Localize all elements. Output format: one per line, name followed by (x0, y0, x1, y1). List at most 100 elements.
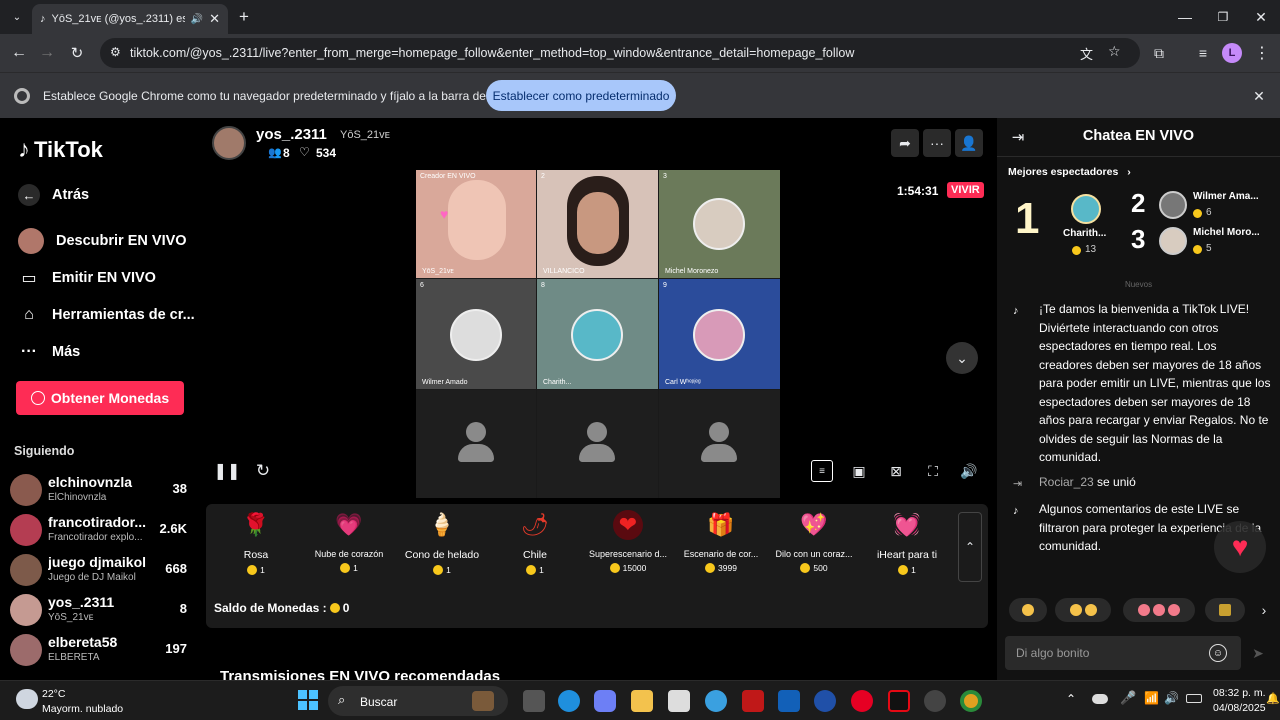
edge-icon[interactable] (558, 690, 580, 712)
mic-icon[interactable]: 🎤 (1120, 690, 1136, 706)
address-bar[interactable]: ⚙ tiktok.com/@yos_.2311/live?enter_from_… (100, 38, 1140, 68)
pause-icon[interactable]: ❚❚ (214, 460, 241, 482)
emoji-chip[interactable] (1123, 598, 1195, 622)
volume-tray-icon[interactable]: 🔊 (1164, 691, 1179, 705)
gift-item[interactable]: 🌶 Chile 1 (489, 510, 581, 586)
clock-time[interactable]: 08:32 p. m. (1213, 687, 1266, 699)
taskbar-search[interactable]: ⌕ Buscar (328, 686, 508, 716)
file-explorer-icon[interactable] (631, 690, 653, 712)
back-icon[interactable]: ← (8, 42, 30, 64)
tab-list-icon[interactable]: ⌄ (6, 6, 28, 28)
site-info-icon[interactable]: ⚙ (110, 45, 121, 59)
mcafee-icon[interactable] (742, 690, 764, 712)
weather-widget[interactable]: 22°C Mayorm. nublado (14, 685, 164, 717)
reading-list-icon[interactable]: ≡ (1192, 42, 1214, 64)
streamer-avatar[interactable] (212, 126, 246, 160)
task-view-icon[interactable] (523, 690, 545, 712)
rank-first[interactable]: 1 Charith... 13 (1015, 192, 1125, 262)
top-viewers-link[interactable]: Mejores espectadores › (1008, 166, 1131, 178)
infobar-close-icon[interactable]: ✕ (1248, 85, 1270, 107)
nav-more[interactable]: ··· Más (18, 341, 80, 363)
netflix-icon[interactable] (888, 690, 910, 712)
tiktok-logo[interactable]: ♪ TikTok (18, 136, 103, 164)
gift-item[interactable]: ❤ Superescenario d... 15000 (582, 510, 674, 586)
rank-second[interactable]: 2 Wilmer Ama... 6 (1131, 188, 1277, 222)
nav-creator-tools[interactable]: ⌂ Herramientas de cr... (18, 304, 195, 326)
pinterest-icon[interactable] (851, 690, 873, 712)
minimize-icon[interactable]: — (1174, 6, 1196, 28)
like-heart-button[interactable]: ♥ (1214, 521, 1266, 573)
emoji-chip[interactable] (1205, 598, 1245, 622)
quality-auto-icon[interactable]: ≡ (811, 460, 833, 482)
get-coins-button[interactable]: Obtener Monedas (16, 381, 184, 415)
gift-item[interactable]: 💖 Dilo con un coraz... 500 (768, 510, 860, 586)
scroll-down-icon[interactable]: ⌄ (946, 342, 978, 374)
nav-back[interactable]: ← Atrás (18, 184, 89, 206)
gift-item[interactable]: 🌹 Rosa 1 (210, 510, 302, 586)
rank-third[interactable]: 3 Michel Moro... 5 (1131, 224, 1277, 258)
fullscreen-icon[interactable]: ⛶ (922, 460, 944, 482)
store-icon[interactable] (668, 690, 690, 712)
gift-item[interactable]: 🎁 Escenario de cor... 3999 (675, 510, 767, 586)
forward-icon[interactable]: → (36, 42, 58, 64)
streamer-username[interactable]: yos_.2311 (256, 126, 327, 143)
following-item[interactable]: elbereta58 ELBERETA 197 (10, 631, 190, 669)
reload-icon[interactable]: ↻ (66, 42, 88, 64)
emoji-picker-icon[interactable]: ☺ (1209, 644, 1227, 662)
active-tab[interactable]: ♪ YōS_21ᴠᴇ (@yos_.2311) está 🔊 ✕ (32, 4, 228, 34)
empty-slot[interactable] (416, 390, 536, 498)
emoji-next-icon[interactable]: › (1255, 600, 1273, 620)
expand-gifts-icon[interactable]: ⌃ (958, 512, 982, 582)
join-username[interactable]: Rociar_23 (1039, 475, 1094, 489)
empty-slot[interactable] (659, 390, 780, 498)
wifi-icon[interactable]: 📶 (1144, 691, 1159, 705)
bookmark-star-icon[interactable]: ☆ (1108, 43, 1121, 60)
following-item[interactable]: yos_.2311 YōS_21ᴠᴇ 8 (10, 591, 190, 629)
clock-date[interactable]: 04/08/2025 (1213, 702, 1266, 714)
weather-app-icon[interactable] (705, 690, 727, 712)
emoji-chip[interactable] (1055, 598, 1111, 622)
emoji-chip[interactable] (1009, 598, 1047, 622)
profile-avatar[interactable]: L (1222, 43, 1242, 63)
empty-slot[interactable] (537, 390, 658, 498)
more-options-icon[interactable]: ··· (923, 129, 951, 157)
copilot-icon[interactable] (594, 690, 616, 712)
hide-video-icon[interactable]: ⊠ (885, 460, 907, 482)
translate-icon[interactable]: 文 (1080, 44, 1093, 63)
extensions-icon[interactable]: ⧉ (1148, 42, 1170, 64)
following-item[interactable]: francotirador... Francotirador explo... … (10, 511, 190, 549)
maximize-icon[interactable]: ❐ (1212, 6, 1234, 28)
gift-item[interactable]: 💓 iHeart para ti 1 (861, 510, 953, 586)
nav-discover-live[interactable]: Descubrir EN VIVO (18, 228, 187, 254)
outlook-icon[interactable] (778, 690, 800, 712)
gift-item[interactable]: 💗 Nube de corazón 1 (303, 510, 395, 586)
menu-kebab-icon[interactable]: ⋮ (1252, 42, 1272, 64)
chevron-up-icon[interactable]: ⌃ (1066, 692, 1076, 706)
guest-tile[interactable]: 6 Wilmer Amado (416, 279, 536, 389)
guest-tile[interactable]: Creador EN VIVO ♥ YōS_21ᴠᴇ (416, 170, 536, 278)
share-icon[interactable]: ➦ (891, 129, 919, 157)
nav-go-live[interactable]: ▭ Emitir EN VIVO (18, 267, 156, 289)
following-item[interactable]: elchinovnzla ElChinovnzla 38 (10, 471, 190, 509)
guest-tile[interactable]: 9 Carl Wʰᵉᵖʲᵉᵍ (659, 279, 780, 389)
video-player[interactable]: Creador EN VIVO ♥ YōS_21ᴠᴇ 2 VILLANCICO … (200, 170, 997, 500)
guest-tile[interactable]: 3 Michel Moronezo (659, 170, 780, 278)
start-windows-icon[interactable] (298, 690, 318, 710)
gift-item[interactable]: 🍦 Cono de helado 1 (396, 510, 488, 586)
guest-tile[interactable]: 8 Charith... (537, 279, 658, 389)
battery-icon[interactable] (1186, 694, 1202, 703)
picture-icon[interactable]: ▣ (848, 460, 870, 482)
window-close-icon[interactable]: ✕ (1250, 6, 1272, 28)
onedrive-icon[interactable] (1092, 694, 1108, 704)
volume-icon[interactable]: 🔊 (958, 460, 980, 482)
tab-close-icon[interactable]: ✕ (209, 11, 220, 27)
app-icon[interactable] (924, 690, 946, 712)
following-item[interactable]: juego djmaikol Juego de DJ Maikol 668 (10, 551, 190, 589)
send-icon[interactable]: ➤ (1247, 642, 1269, 664)
set-default-button[interactable]: Establecer como predeterminado (486, 80, 676, 111)
guest-tile[interactable]: 2 VILLANCICO (537, 170, 658, 278)
chrome-icon[interactable] (960, 690, 982, 712)
chat-input[interactable]: Di algo bonito ☺ (1005, 636, 1241, 670)
user-settings-icon[interactable]: 👤 (955, 129, 983, 157)
hp-icon[interactable] (814, 690, 836, 712)
